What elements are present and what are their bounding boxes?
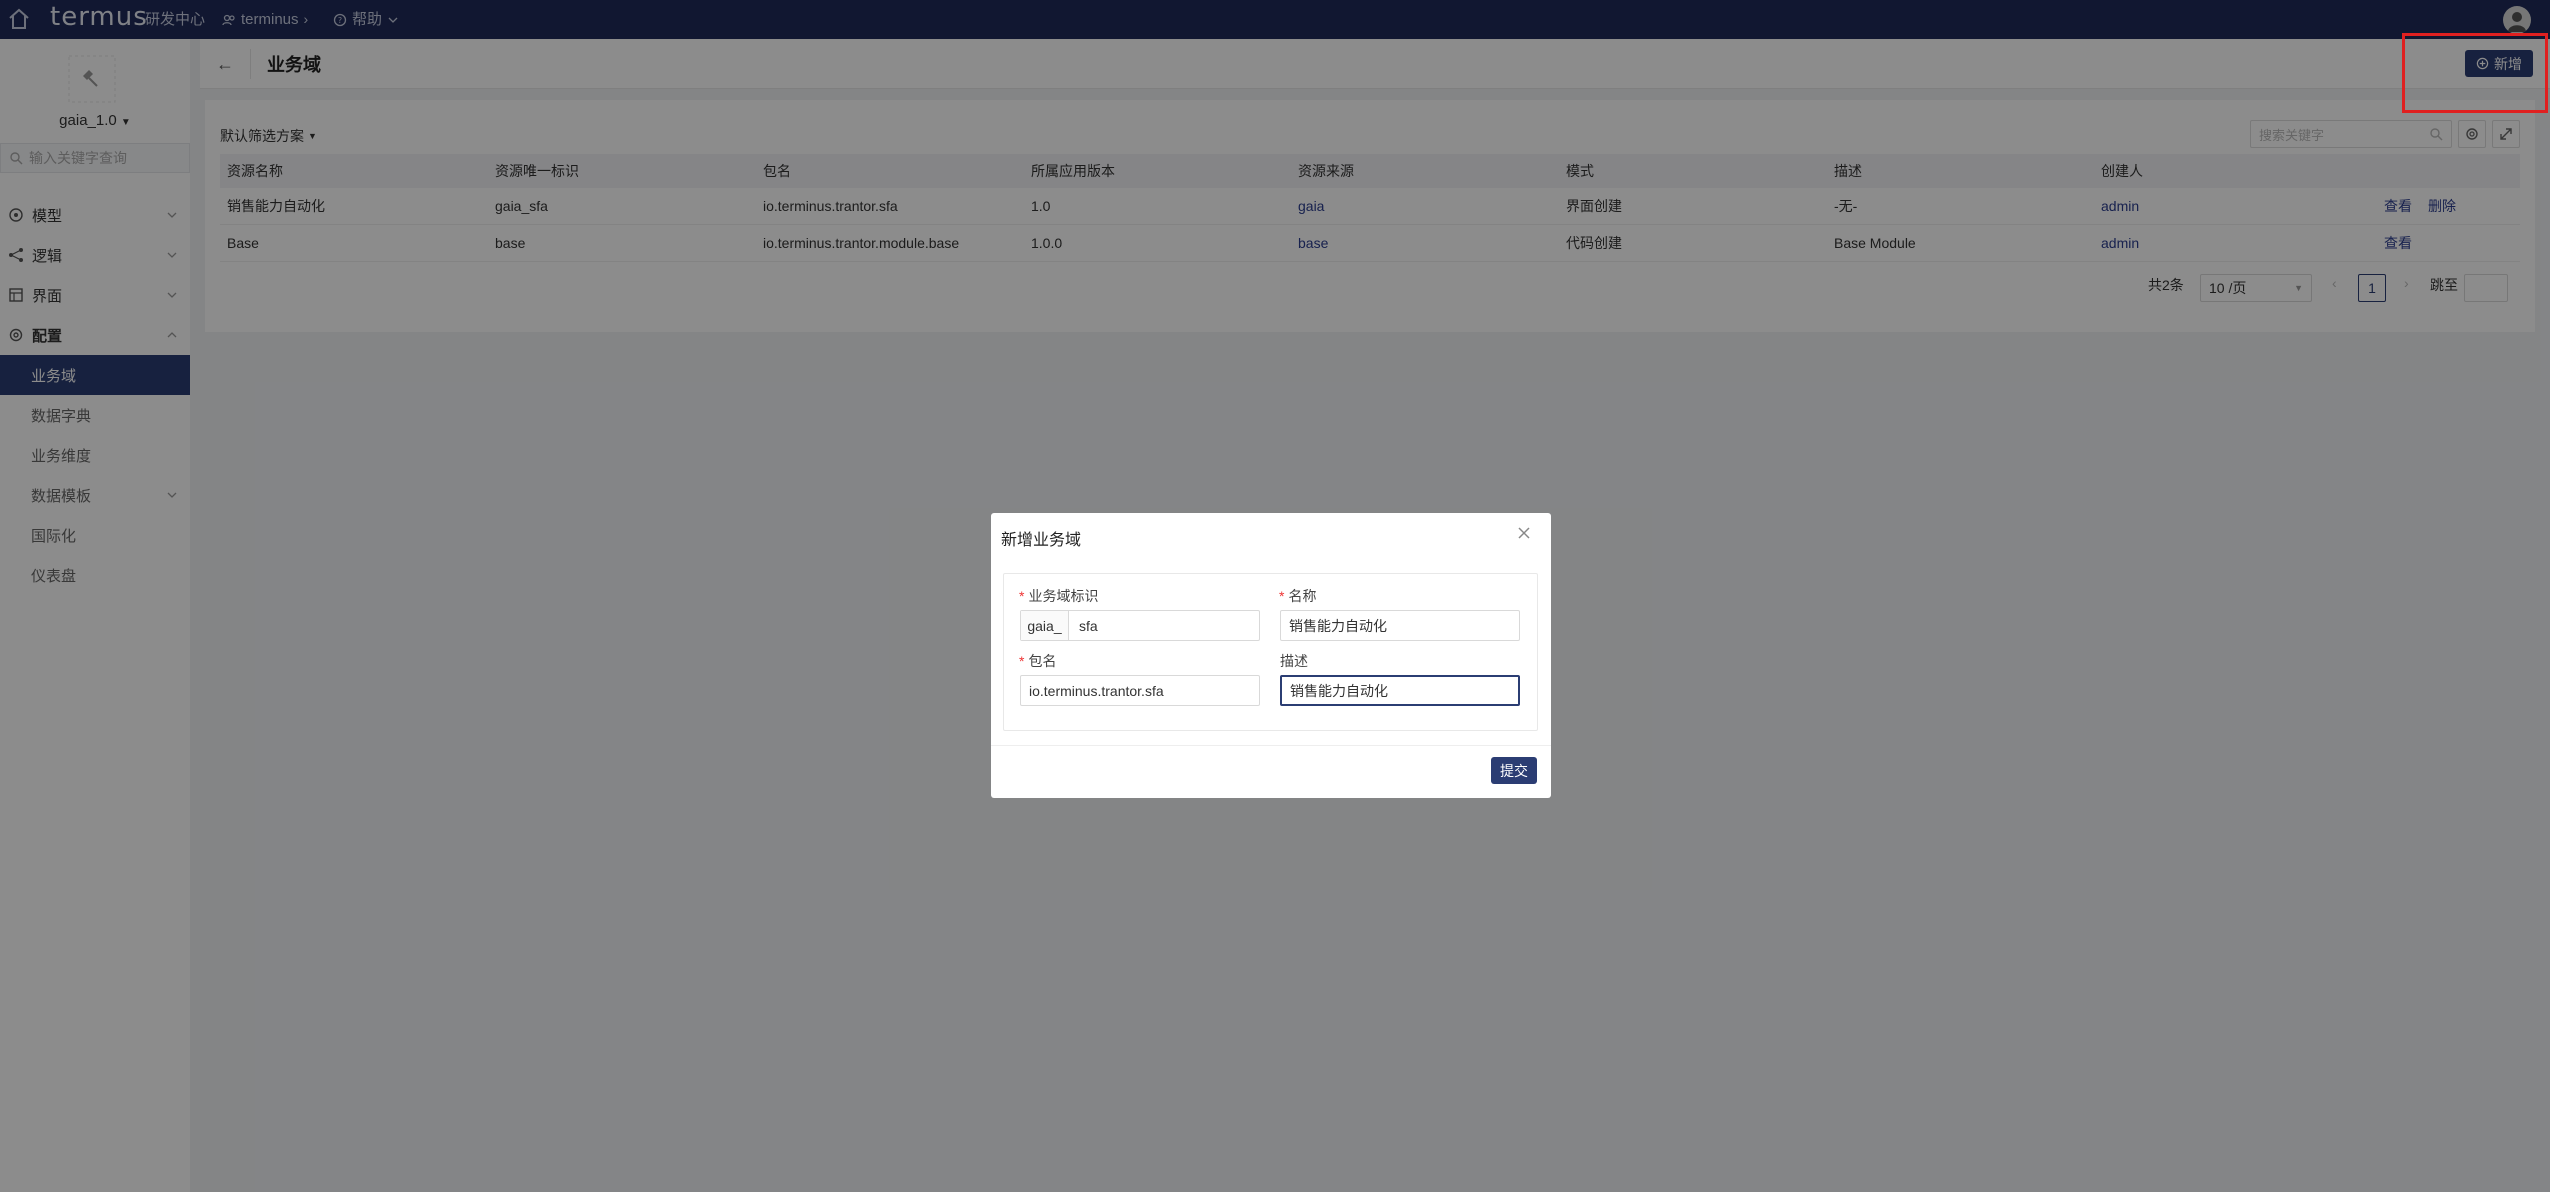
name-label-text: 名称 <box>1288 588 1317 604</box>
domain-key-value: sfa <box>1079 617 1098 634</box>
required-mark: * <box>1019 653 1025 669</box>
desc-label: 描述 <box>1280 653 1308 669</box>
submit-button[interactable]: 提交 <box>1491 757 1537 784</box>
desc-field[interactable]: 销售能力自动化 <box>1280 675 1520 706</box>
name-label: * 名称 <box>1279 586 1316 606</box>
add-domain-modal: 新增业务域 * 业务域标识 gaia_ sfa * 名称 销售能力自动化 * 包名 i… <box>991 513 1551 798</box>
name-field[interactable]: 销售能力自动化 <box>1280 610 1520 641</box>
modal-title: 新增业务域 <box>1001 532 1082 549</box>
domain-key-prefix: gaia_ <box>1021 611 1069 640</box>
required-mark: * <box>1279 588 1285 604</box>
domain-key-label: * 业务域标识 <box>1019 586 1098 606</box>
modal-footer-divider <box>991 745 1551 746</box>
package-label: * 包名 <box>1019 651 1056 671</box>
close-icon[interactable] <box>1514 523 1534 543</box>
domain-key-label-text: 业务域标识 <box>1028 588 1099 604</box>
package-field[interactable]: io.terminus.trantor.sfa <box>1020 675 1260 706</box>
required-mark: * <box>1019 588 1025 604</box>
package-label-text: 包名 <box>1028 653 1057 669</box>
highlight-annotation <box>2402 33 2548 113</box>
modal-form: * 业务域标识 gaia_ sfa * 名称 销售能力自动化 * 包名 io.term… <box>1003 573 1538 731</box>
domain-key-field[interactable]: gaia_ sfa <box>1020 610 1260 641</box>
